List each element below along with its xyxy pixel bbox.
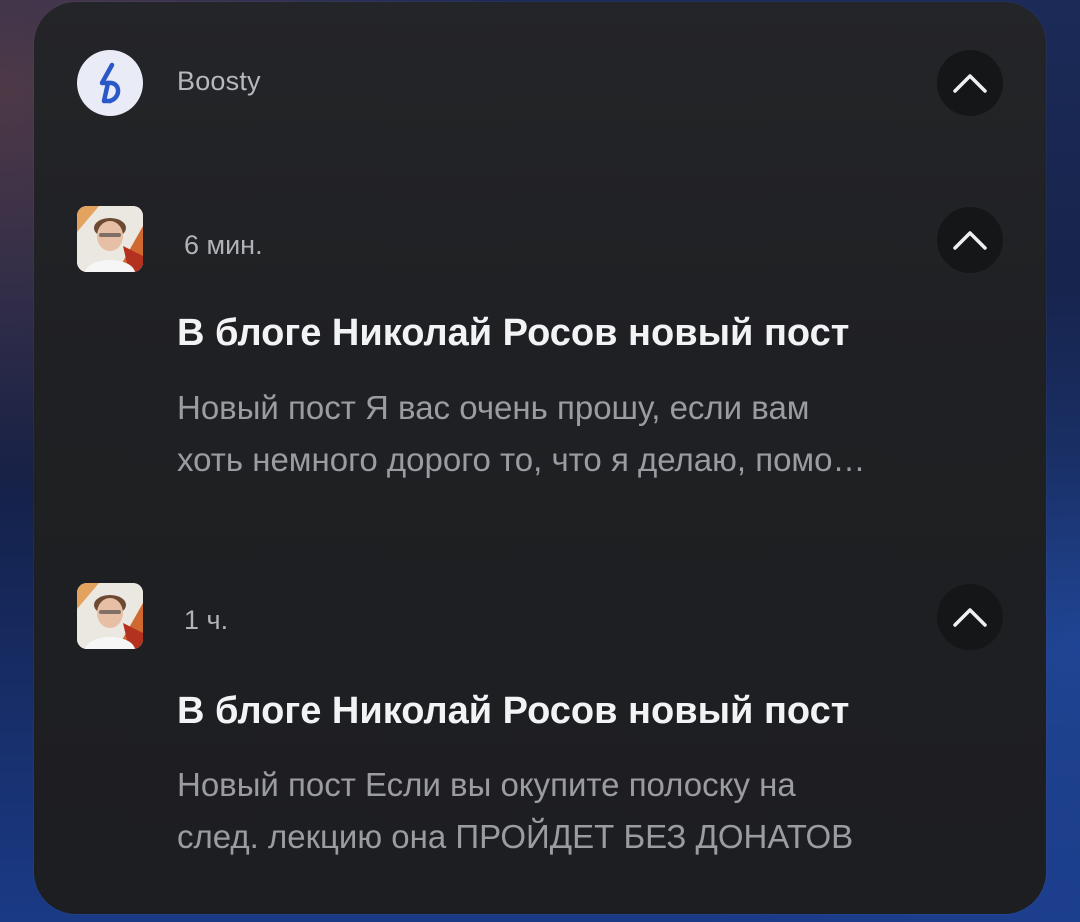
collapse-group-button[interactable] — [937, 50, 1003, 116]
notification-body: Новый пост Если вы окупите полоску на сл… — [177, 759, 997, 863]
notification-body-line: след. лекцию она ПРОЙДЕТ БЕЗ ДОНАТОВ — [177, 818, 854, 855]
chevron-up-icon — [953, 74, 987, 93]
avatar-icon — [77, 206, 143, 272]
chevron-up-icon — [953, 608, 987, 627]
boosty-logo-icon — [77, 50, 143, 116]
notification-title: В блоге Николай Росов новый пост — [177, 312, 850, 354]
collapse-notification-button[interactable] — [937, 207, 1003, 273]
chevron-up-icon — [953, 231, 987, 250]
notification-time: 1 ч. — [184, 605, 229, 635]
notification-body-line: Новый пост Я вас очень прошу, если вам — [177, 389, 810, 426]
notification-body-line: Новый пост Если вы окупите полоску на — [177, 766, 796, 803]
notification-title: В блоге Николай Росов новый пост — [177, 690, 850, 732]
notification-group[interactable]: Boosty 6 мин. В блоге Николай Росов новы… — [34, 2, 1046, 914]
app-name: Boosty — [177, 66, 261, 96]
notification-body: Новый пост Я вас очень прошу, если вам х… — [177, 382, 997, 486]
notification-time: 6 мин. — [184, 230, 263, 260]
avatar-icon — [77, 583, 143, 649]
collapse-notification-button[interactable] — [937, 584, 1003, 650]
notification-body-line: хоть немного дорого то, что я делаю, пом… — [177, 441, 866, 478]
